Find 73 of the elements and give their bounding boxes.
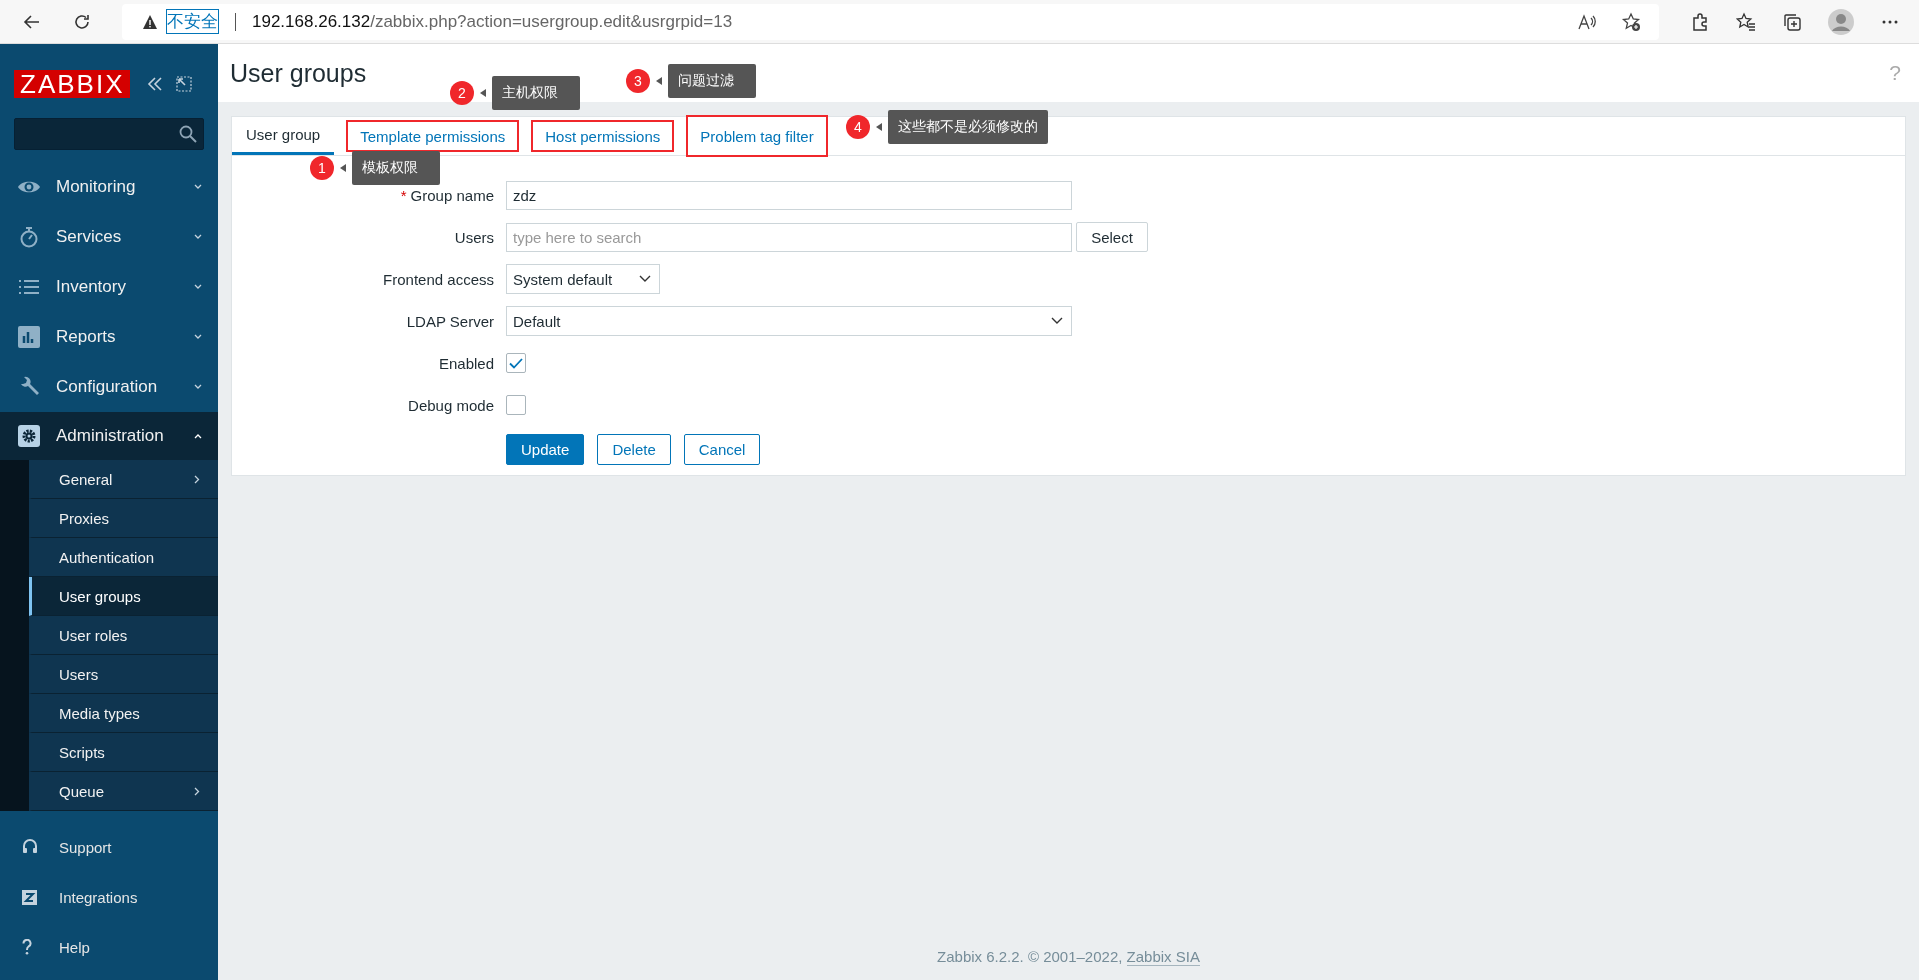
chevron-down-icon	[194, 234, 202, 240]
address-bar[interactable]: 不安全 192.168.26.132/zabbix.php?action=usergroup.edit&usrgrpid=13	[122, 3, 1659, 40]
integrations-icon	[22, 889, 37, 905]
sidebar-menu-item[interactable]: Configuration	[0, 362, 218, 412]
bar-chart-icon	[16, 326, 42, 348]
annotation-callout: 模板权限	[352, 151, 440, 185]
pointer-icon	[340, 164, 346, 172]
copyright-text: Zabbix 6.2.2. © 2001–2022, Zabbix SIA	[937, 947, 1200, 965]
security-label: 不安全	[166, 9, 219, 34]
form-button[interactable]: Update	[506, 433, 585, 465]
favorite-add-icon[interactable]	[1621, 11, 1641, 32]
search-icon[interactable]	[179, 125, 197, 143]
search-field[interactable]: type here to search	[506, 222, 1072, 252]
extensions-icon[interactable]	[1690, 11, 1710, 32]
sidebar-link[interactable]: Integrations	[0, 872, 218, 922]
headset-icon	[22, 838, 38, 856]
chevron-down-icon	[639, 275, 651, 283]
checkbox[interactable]	[506, 395, 526, 415]
field-label: Group name	[410, 186, 494, 204]
sidebar-menu-item[interactable]: Services	[0, 212, 218, 262]
url-path: /zabbix.php?action=usergroup.edit&usrgrpid=13	[370, 11, 733, 32]
kiosk-mode-icon[interactable]	[176, 76, 193, 92]
chevron-down-icon	[194, 184, 202, 190]
sidebar-menu-item[interactable]: Inventory	[0, 262, 218, 312]
tab[interactable]: Host permissions	[531, 120, 675, 152]
pointer-icon	[656, 77, 662, 85]
chevron-up-icon	[194, 433, 202, 439]
chevron-down-icon	[194, 334, 202, 340]
chevron-right-icon	[194, 474, 200, 484]
dropdown[interactable]: Default	[506, 306, 1072, 336]
read-aloud-icon[interactable]	[1577, 12, 1597, 31]
favorites-icon[interactable]	[1736, 11, 1756, 32]
chevron-down-icon	[194, 284, 202, 290]
select-button[interactable]: Select	[1076, 222, 1148, 252]
chevron-right-icon	[194, 786, 200, 796]
chevron-down-icon	[194, 384, 202, 390]
annotation-callout: 主机权限	[492, 76, 580, 110]
form-button[interactable]: Delete	[597, 433, 671, 465]
field-label: Users	[454, 228, 494, 246]
field-label: Debug mode	[408, 396, 494, 414]
sidebar-search-field[interactable]	[14, 118, 204, 150]
chevron-down-icon	[1051, 317, 1063, 325]
sidebar-link[interactable]: Support	[0, 822, 218, 872]
pointer-icon	[480, 89, 486, 97]
collapse-sidebar-icon[interactable]	[146, 76, 165, 92]
field-label: LDAP Server	[406, 312, 494, 330]
sidebar-menu-item[interactable]: Administration	[0, 412, 218, 460]
gear-icon	[16, 425, 42, 447]
annotation-callout: 问题过滤	[668, 64, 756, 98]
profile-avatar-icon[interactable]	[1828, 8, 1854, 35]
help-icon	[22, 939, 32, 955]
page-title: User groups	[230, 58, 367, 88]
list-icon	[16, 279, 42, 295]
form-button[interactable]: Cancel	[683, 433, 761, 465]
dropdown[interactable]: System default	[506, 264, 660, 294]
pointer-icon	[876, 123, 882, 131]
tab[interactable]: Problem tag filter	[686, 115, 828, 157]
required-mark: *	[400, 186, 407, 204]
field-label: Frontend access	[383, 270, 494, 288]
annotation-callout: 这些都不是必须修改的	[888, 110, 1048, 144]
sidebar-menu-item[interactable]: Reports	[0, 312, 218, 362]
checkbox[interactable]	[506, 353, 526, 373]
text-field[interactable]: zdz	[506, 180, 1072, 210]
sidebar-link[interactable]: Help	[0, 922, 218, 972]
field-label: Enabled	[438, 354, 494, 372]
sidebar-submenu-item[interactable]: User groups	[29, 577, 218, 616]
url-host: 192.168.26.132	[252, 11, 371, 32]
tab[interactable]: User group	[232, 117, 335, 155]
eye-icon	[16, 179, 42, 195]
sidebar-menu-item[interactable]: Monitoring	[0, 162, 218, 212]
collections-icon[interactable]	[1782, 11, 1802, 32]
warning-icon	[142, 13, 158, 30]
zabbix-logo[interactable]: ZABBIX	[14, 70, 131, 98]
